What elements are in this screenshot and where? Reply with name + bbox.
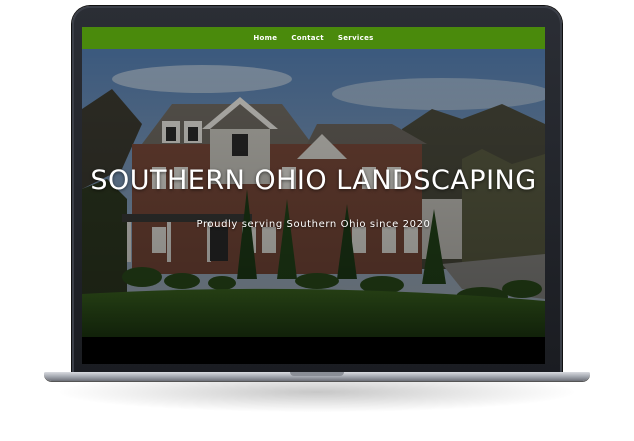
hero-subtitle: Proudly serving Southern Ohio since 2020	[196, 219, 431, 230]
nav-bar: Home Contact Services	[82, 27, 545, 49]
page-bottom-strip	[82, 337, 545, 364]
laptop-notch	[290, 372, 344, 376]
nav-link-contact[interactable]: Contact	[291, 34, 324, 42]
hero-title: SOUTHERN OHIO LANDSCAPING	[90, 165, 537, 196]
laptop-screen: Home Contact Services SOUTHERN OHIO LAND…	[82, 27, 545, 364]
nav-link-home[interactable]: Home	[253, 34, 277, 42]
mockup-stage: Home Contact Services SOUTHERN OHIO LAND…	[0, 0, 634, 441]
nav-link-services[interactable]: Services	[338, 34, 374, 42]
hero-section: SOUTHERN OHIO LANDSCAPING Proudly servin…	[82, 49, 545, 337]
